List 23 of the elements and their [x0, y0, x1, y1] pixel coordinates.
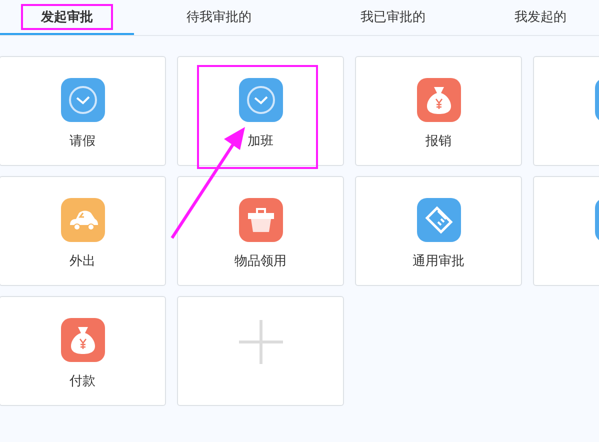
- approval-card[interactable]: 报销: [355, 56, 522, 166]
- card-label: 加班: [248, 133, 274, 150]
- card-label: 外出: [70, 253, 96, 270]
- approval-card[interactable]: 付款: [0, 296, 166, 406]
- approval-card[interactable]: 加班: [177, 56, 344, 166]
- money-bag-icon: [424, 85, 452, 115]
- tab[interactable]: 待我审批的: [134, 0, 304, 35]
- card-label: 报销: [426, 133, 452, 150]
- card-label: 付款: [70, 373, 96, 390]
- card-label: 物品领用: [234, 253, 286, 270]
- tab[interactable]: 发起审批: [0, 0, 134, 35]
- approval-card[interactable]: 请假: [0, 56, 166, 166]
- card-label: 通用审批: [412, 253, 464, 270]
- approval-card[interactable]: 物品领用: [177, 176, 344, 286]
- plus-icon[interactable]: [238, 319, 284, 365]
- toolbox-icon: [246, 206, 276, 234]
- card-label: 请假: [70, 133, 96, 150]
- add-card[interactable]: [177, 296, 344, 406]
- approval-card[interactable]: 通用审批: [355, 176, 522, 286]
- approval-card[interactable]: 外出: [0, 176, 166, 286]
- tab[interactable]: 我已审批的: [304, 0, 482, 35]
- tab[interactable]: 我发起的: [482, 0, 599, 35]
- money-bag-icon: [68, 325, 96, 355]
